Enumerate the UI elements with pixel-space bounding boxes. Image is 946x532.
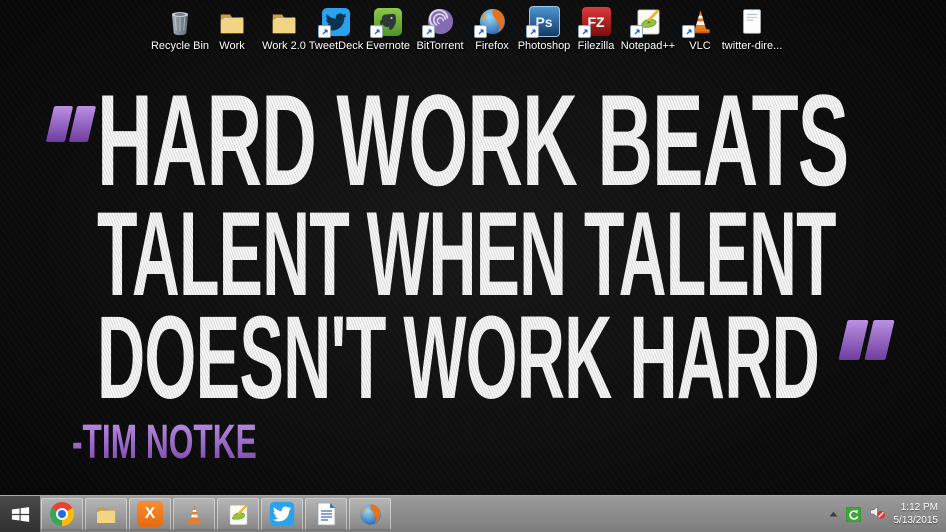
taskbar-button-firefox[interactable]: [349, 498, 391, 530]
chevron-up-icon: [829, 511, 837, 517]
quote-attribution: -TIM NOTKE: [72, 416, 257, 469]
desktop-icon-tweetdeck[interactable]: TweetDeck: [308, 4, 364, 52]
desktop-icon-label: Recycle Bin: [150, 40, 210, 52]
vlc-icon: [682, 4, 718, 39]
taskbar: X 1:12 PM 5/13/2015: [0, 495, 946, 532]
shortcut-arrow-badge: [422, 25, 435, 38]
shortcut-arrow-badge: [682, 25, 695, 38]
desktop-icon-notepad-plus-plus[interactable]: Notepad++: [620, 4, 676, 52]
desktop-icon-twitter-directory-file[interactable]: twitter-dire...: [722, 4, 782, 52]
taskbar-button-twitter[interactable]: [261, 498, 303, 530]
notepad-plus-plus-icon: [229, 504, 247, 525]
desktop-icon-label: Evernote: [365, 40, 411, 52]
desktop-icon-label: VLC: [689, 40, 711, 52]
taskbar-button-notepad-plus-plus[interactable]: [217, 498, 259, 530]
start-button[interactable]: [0, 496, 40, 532]
close-quote-mark: [838, 320, 895, 360]
desktop-icon-label: TweetDeck: [308, 40, 364, 52]
desktop-icon-label: Work: [219, 40, 245, 52]
desktop-icon-firefox[interactable]: Firefox: [466, 4, 518, 52]
shortcut-arrow-badge: [526, 25, 539, 38]
firefox-icon: [359, 503, 381, 525]
writer-document-icon: [317, 502, 336, 526]
shortcut-arrow-badge: [630, 25, 643, 38]
notepad-plus-plus-icon: [630, 4, 666, 39]
desktop-icon-vlc[interactable]: VLC: [674, 4, 726, 52]
desktop-icon-evernote[interactable]: Evernote: [362, 4, 414, 52]
recycle-bin-icon: [162, 4, 198, 39]
xampp-icon: X: [137, 501, 163, 527]
taskbar-button-file-explorer[interactable]: [85, 498, 127, 530]
chrome-icon: [50, 502, 74, 526]
open-quote-mark: [45, 106, 97, 142]
taskbar-button-chrome[interactable]: [41, 498, 83, 530]
desktop-icon-label: BitTorrent: [416, 40, 464, 52]
windows-logo-icon: [11, 506, 29, 522]
folder-icon: [266, 4, 302, 39]
folder-icon: [214, 4, 250, 39]
desktop-icon-work[interactable]: Work: [206, 4, 258, 52]
taskbar-clock[interactable]: 1:12 PM 5/13/2015: [894, 501, 939, 527]
taskbar-button-writer-document[interactable]: [305, 498, 347, 530]
desktop-icon-bittorrent[interactable]: BitTorrent: [414, 4, 466, 52]
quote-line-1: HARD WORK BEATS: [97, 67, 849, 213]
bittorrent-icon: [422, 4, 458, 39]
taskbar-button-vlc[interactable]: [173, 498, 215, 530]
desktop-icon-label: twitter-dire...: [721, 40, 783, 52]
evernote-icon: [370, 4, 406, 39]
desktop-icon-work-2-0[interactable]: Work 2.0: [258, 4, 310, 52]
system-tray: 1:12 PM 5/13/2015: [829, 496, 946, 532]
shortcut-arrow-badge: [578, 25, 591, 38]
vlc-icon: [186, 505, 202, 524]
clock-date: 5/13/2015: [893, 515, 939, 526]
twitter-icon: [269, 501, 295, 527]
photoshop-icon: Ps: [526, 4, 562, 39]
tray-green-sync-icon[interactable]: [845, 506, 861, 522]
desktop-icon-label: Work 2.0: [262, 40, 306, 52]
desktop-icon-label: Photoshop: [517, 40, 571, 52]
desktop: HARD WORK BEATS TALENT WHEN TALENT DOESN…: [0, 0, 946, 532]
desktop-icon-photoshop[interactable]: Ps Photoshop: [518, 4, 570, 52]
shortcut-arrow-badge: [474, 25, 487, 38]
shortcut-arrow-badge: [370, 25, 383, 38]
shortcut-arrow-badge: [318, 25, 331, 38]
desktop-icon-grid: Recycle Bin Work Work 2.0 TweetDeck Ever…: [150, 4, 782, 52]
desktop-icon-label: Filezilla: [577, 40, 615, 52]
filezilla-icon: FZ: [578, 4, 614, 39]
tweetdeck-icon: [318, 4, 354, 39]
taskbar-button-xampp[interactable]: X: [129, 498, 171, 530]
file-explorer-folder-icon: [97, 508, 116, 523]
text-file-icon: [734, 4, 770, 39]
firefox-icon: [474, 4, 510, 39]
desktop-icon-filezilla[interactable]: FZ Filezilla: [570, 4, 622, 52]
desktop-icon-label: Firefox: [475, 40, 509, 52]
show-hidden-icons-button[interactable]: [829, 511, 838, 517]
volume-muted-icon[interactable]: [869, 504, 886, 525]
clock-time: 1:12 PM: [900, 502, 938, 513]
desktop-icon-recycle-bin[interactable]: Recycle Bin: [150, 4, 210, 52]
desktop-icon-label: Notepad++: [620, 40, 676, 52]
quote-line-3: DOESN'T WORK HARD: [97, 292, 820, 424]
